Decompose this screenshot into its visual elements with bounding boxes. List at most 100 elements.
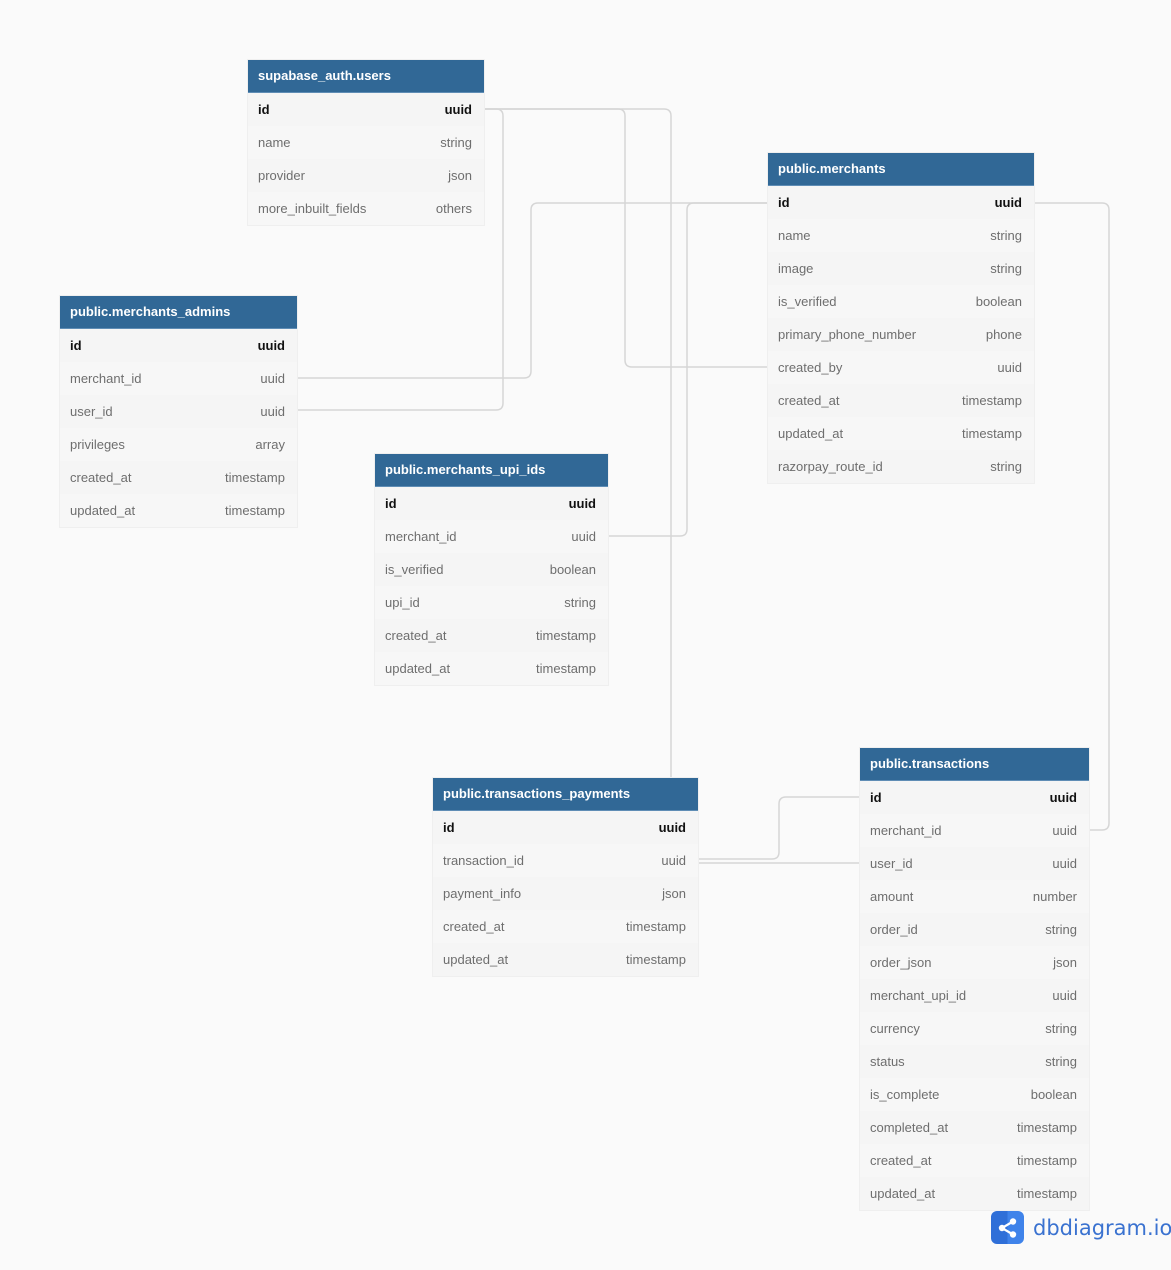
field-name: more_inbuilt_fields <box>258 201 367 216</box>
field-row-id[interactable]: id uuid <box>375 487 608 520</box>
field-type: timestamp <box>225 503 285 518</box>
table-header[interactable]: public.transactions_payments <box>433 778 698 811</box>
field-type: timestamp <box>536 661 596 676</box>
field-type: timestamp <box>536 628 596 643</box>
field-name: created_by <box>778 360 843 375</box>
field-name: order_json <box>870 955 932 970</box>
field-name: name <box>778 228 811 243</box>
field-row-updated-at[interactable]: updated_at timestamp <box>375 652 608 685</box>
field-type: json <box>662 886 686 901</box>
table-header[interactable]: public.merchants_upi_ids <box>375 454 608 487</box>
link-merchants-id-to-upi-merchant-id[interactable] <box>608 202 768 537</box>
link-users-id-to-merchants-created-by[interactable] <box>484 108 768 368</box>
table-supabase-auth-users[interactable]: supabase_auth.users id uuid name string prov… <box>248 60 484 225</box>
field-row-updated-at[interactable]: updated_at timestamp <box>768 417 1034 450</box>
field-row-id[interactable]: id uuid <box>768 186 1034 219</box>
field-row-merchant-upi-id[interactable]: merchant_upi_id uuid <box>860 979 1089 1012</box>
field-row-transaction-id[interactable]: transaction_id uuid <box>433 844 698 877</box>
field-row-payment-info[interactable]: payment_info json <box>433 877 698 910</box>
field-type: number <box>1032 889 1077 904</box>
field-name: created_at <box>385 628 447 643</box>
table-header[interactable]: public.transactions <box>860 748 1089 781</box>
field-type: string <box>1045 1054 1077 1069</box>
field-row-created-at[interactable]: created_at timestamp <box>433 910 698 943</box>
field-type: phone <box>985 327 1022 342</box>
field-row-name[interactable]: name string <box>248 126 484 159</box>
field-row-order-id[interactable]: order_id string <box>860 913 1089 946</box>
field-name: id <box>778 195 790 210</box>
field-row-id[interactable]: id uuid <box>860 781 1089 814</box>
table-header[interactable]: public.merchants <box>768 153 1034 186</box>
field-type: timestamp <box>962 393 1022 408</box>
field-type: json <box>1053 955 1077 970</box>
table-public-merchants-upi-ids[interactable]: public.merchants_upi_ids id uuid merchant_… <box>375 454 608 685</box>
field-row-is-complete[interactable]: is_complete boolean <box>860 1078 1089 1111</box>
field-row-upi-id[interactable]: upi_id string <box>375 586 608 619</box>
field-type: uuid <box>260 404 285 419</box>
link-merchants-id-to-transactions-merchant-id[interactable] <box>1034 202 1110 831</box>
field-name: provider <box>258 168 305 183</box>
field-name: payment_info <box>443 886 522 901</box>
field-row-is-verified[interactable]: is_verified boolean <box>768 285 1034 318</box>
field-name: created_at <box>70 470 132 485</box>
table-public-merchants[interactable]: public.merchants id uuid name string image st… <box>768 153 1034 483</box>
table-public-merchants-admins[interactable]: public.merchants_admins id uuid merchant_i… <box>60 296 297 527</box>
field-name: is_complete <box>870 1087 940 1102</box>
field-type: boolean <box>549 562 596 577</box>
field-row-privileges[interactable]: privileges array <box>60 428 297 461</box>
field-name: updated_at <box>778 426 844 441</box>
field-row-completed-at[interactable]: completed_at timestamp <box>860 1111 1089 1144</box>
field-type: uuid <box>260 371 285 386</box>
field-type: uuid <box>568 496 596 511</box>
field-row-primary-phone-number[interactable]: primary_phone_number phone <box>768 318 1034 351</box>
field-type: timestamp <box>225 470 285 485</box>
table-header[interactable]: supabase_auth.users <box>248 60 484 93</box>
field-row-amount[interactable]: amount number <box>860 880 1089 913</box>
field-row-status[interactable]: status string <box>860 1045 1089 1078</box>
field-name: razorpay_route_id <box>778 459 883 474</box>
field-row-merchant-id[interactable]: merchant_id uuid <box>860 814 1089 847</box>
field-name: id <box>258 102 270 117</box>
field-type: uuid <box>1052 988 1077 1003</box>
field-row-currency[interactable]: currency string <box>860 1012 1089 1045</box>
field-row-user-id[interactable]: user_id uuid <box>860 847 1089 880</box>
field-row-provider[interactable]: provider json <box>248 159 484 192</box>
field-name: id <box>870 790 882 805</box>
field-row-updated-at[interactable]: updated_at timestamp <box>433 943 698 976</box>
field-row-updated-at[interactable]: updated_at timestamp <box>860 1177 1089 1210</box>
field-type: uuid <box>257 338 285 353</box>
field-row-name[interactable]: name string <box>768 219 1034 252</box>
dbdiagram-logo[interactable]: dbdiagram.io <box>991 1211 1171 1244</box>
field-row-user-id[interactable]: user_id uuid <box>60 395 297 428</box>
field-name: id <box>70 338 82 353</box>
field-row-created-by[interactable]: created_by uuid <box>768 351 1034 384</box>
field-name: updated_at <box>385 661 451 676</box>
field-name: user_id <box>70 404 113 419</box>
field-row-id[interactable]: id uuid <box>60 329 297 362</box>
field-row-created-at[interactable]: created_at timestamp <box>375 619 608 652</box>
field-row-created-at[interactable]: created_at timestamp <box>768 384 1034 417</box>
field-row-more-inbuilt-fields[interactable]: more_inbuilt_fields others <box>248 192 484 225</box>
field-row-merchant-id[interactable]: merchant_id uuid <box>60 362 297 395</box>
field-row-razorpay-route-id[interactable]: razorpay_route_id string <box>768 450 1034 483</box>
field-row-order-json[interactable]: order_json json <box>860 946 1089 979</box>
field-row-created-at[interactable]: created_at timestamp <box>860 1144 1089 1177</box>
field-row-image[interactable]: image string <box>768 252 1034 285</box>
field-row-is-verified[interactable]: is_verified boolean <box>375 553 608 586</box>
field-type: string <box>564 595 596 610</box>
field-name: completed_at <box>870 1120 949 1135</box>
field-type: uuid <box>994 195 1022 210</box>
link-merchants-id-to-admins-merchant-id[interactable] <box>297 202 768 379</box>
table-public-transactions[interactable]: public.transactions id uuid merchant_id uui… <box>860 748 1089 1210</box>
field-row-id[interactable]: id uuid <box>433 811 698 844</box>
field-type: string <box>1045 1021 1077 1036</box>
field-row-merchant-id[interactable]: merchant_id uuid <box>375 520 608 553</box>
field-row-updated-at[interactable]: updated_at timestamp <box>60 494 297 527</box>
field-name: merchant_id <box>385 529 457 544</box>
table-public-transactions-payments[interactable]: public.transactions_payments id uuid trans… <box>433 778 698 976</box>
field-type: uuid <box>1052 823 1077 838</box>
table-header[interactable]: public.merchants_admins <box>60 296 297 329</box>
field-row-created-at[interactable]: created_at timestamp <box>60 461 297 494</box>
link-transactions-id-to-payments-transaction-id[interactable] <box>698 796 860 860</box>
field-row-id[interactable]: id uuid <box>248 93 484 126</box>
